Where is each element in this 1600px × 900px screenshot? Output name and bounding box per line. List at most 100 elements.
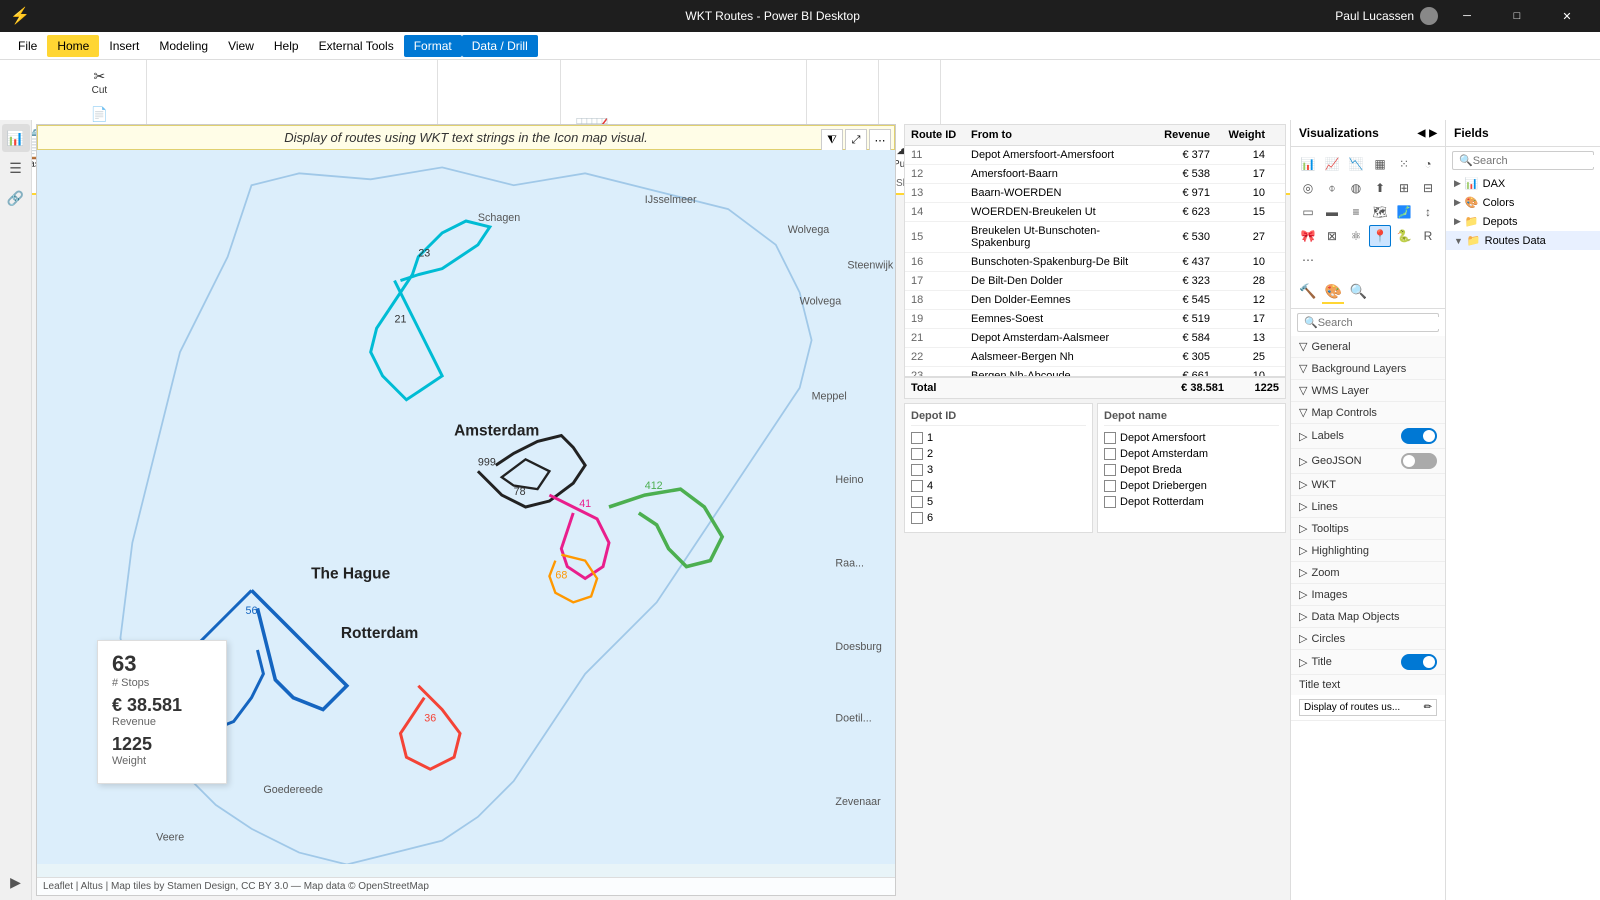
viz-matrix[interactable]: ⊟ [1417, 177, 1439, 199]
depot-name-checkbox[interactable] [1104, 480, 1116, 492]
title-text-header[interactable]: Title text [1291, 675, 1445, 695]
sidebar-model-icon[interactable]: 🔗 [2, 184, 30, 212]
viz-map[interactable]: 🗺 [1369, 201, 1391, 223]
depot-id-checkbox[interactable] [911, 496, 923, 508]
depot-id-item[interactable]: 2 [911, 446, 1086, 462]
general-header[interactable]: ▽ General [1291, 336, 1445, 357]
depot-name-item[interactable]: Depot Amersfoort [1104, 430, 1279, 446]
depot-id-item[interactable]: 6 [911, 510, 1086, 526]
viz-scatter[interactable]: ⁙ [1393, 153, 1415, 175]
title-text-field[interactable]: Display of routes us... ✏ [1299, 699, 1437, 716]
build-tab[interactable]: 🔨 [1297, 281, 1318, 304]
wkt-header[interactable]: ▷ WKT [1291, 474, 1445, 495]
viz-kpi[interactable]: ⬆ [1369, 177, 1391, 199]
menu-view[interactable]: View [218, 35, 264, 57]
depot-id-item[interactable]: 3 [911, 462, 1086, 478]
viz-funnel[interactable]: ⌽ [1321, 177, 1343, 199]
depot-id-item[interactable]: 5 [911, 494, 1086, 510]
viz-r[interactable]: R [1417, 225, 1439, 247]
depot-name-item[interactable]: Depot Driebergen [1104, 478, 1279, 494]
table-row[interactable]: 11 Depot Amersfoort-Amersfoort € 377 14 [905, 146, 1285, 165]
depot-id-checkbox[interactable] [911, 448, 923, 460]
window-controls[interactable]: ─ □ ✕ [1444, 0, 1590, 32]
depot-id-checkbox[interactable] [911, 480, 923, 492]
depot-name-item[interactable]: Depot Amsterdam [1104, 446, 1279, 462]
menu-insert[interactable]: Insert [99, 35, 149, 57]
viz-icon-map[interactable]: 📍 [1369, 225, 1391, 247]
menu-data-drill[interactable]: Data / Drill [462, 35, 538, 57]
title-toggle[interactable] [1401, 654, 1437, 670]
sidebar-data-icon[interactable]: ☰ [2, 154, 30, 182]
table-row[interactable]: 21 Depot Amsterdam-Aalsmeer € 584 13 [905, 329, 1285, 348]
viz-treemap[interactable]: ⊠ [1321, 225, 1343, 247]
viz-waterfall[interactable]: ↕ [1417, 201, 1439, 223]
viz-more[interactable]: ⋯ [1297, 249, 1319, 271]
table-row[interactable]: 17 De Bilt-Den Dolder € 323 28 [905, 272, 1285, 291]
viz-area-chart[interactable]: 📉 [1345, 153, 1367, 175]
menu-external-tools[interactable]: External Tools [309, 35, 404, 57]
data-map-header[interactable]: ▷ Data Map Objects [1291, 606, 1445, 627]
fields-item-colors[interactable]: ▶ 🎨 Colors [1446, 193, 1600, 212]
more-button[interactable]: ⋯ [869, 129, 891, 151]
viz-gauge[interactable]: ◍ [1345, 177, 1367, 199]
depot-id-checkbox[interactable] [911, 512, 923, 524]
depot-id-item[interactable]: 4 [911, 478, 1086, 494]
table-row[interactable]: 22 Aalsmeer-Bergen Nh € 305 25 [905, 348, 1285, 367]
viz-line-chart[interactable]: 📈 [1321, 153, 1343, 175]
table-row[interactable]: 16 Bunschoten-Spakenburg-De Bilt € 437 1… [905, 253, 1285, 272]
viz-donut[interactable]: ◎ [1297, 177, 1319, 199]
title-text-edit-icon[interactable]: ✏ [1424, 702, 1432, 713]
viz-stacked-bar[interactable]: ▦ [1369, 153, 1391, 175]
depot-id-checkbox[interactable] [911, 432, 923, 444]
geojson-header[interactable]: ▷ GeoJSON [1291, 449, 1445, 473]
labels-header[interactable]: ▷ Labels [1291, 424, 1445, 448]
map-controls-header[interactable]: ▽ Map Controls [1291, 402, 1445, 423]
viz-slicer[interactable]: ≡ [1345, 201, 1367, 223]
filter-button[interactable]: ⧨ [821, 129, 843, 151]
format-tab[interactable]: 🎨 [1322, 281, 1343, 304]
table-row[interactable]: 13 Baarn-WOERDEN € 971 10 [905, 184, 1285, 203]
title-header[interactable]: ▷ Title [1291, 650, 1445, 674]
images-header[interactable]: ▷ Images [1291, 584, 1445, 605]
viz-card[interactable]: ▭ [1297, 201, 1319, 223]
viz-panel-chevron-left[interactable]: ◀ [1418, 128, 1426, 139]
maximize-button[interactable]: □ [1494, 0, 1540, 32]
table-row[interactable]: 14 WOERDEN-Breukelen Ut € 623 15 [905, 203, 1285, 222]
menu-format[interactable]: Format [404, 35, 462, 57]
viz-pie[interactable]: ◔ [1417, 153, 1439, 175]
sidebar-report-icon[interactable]: 📊 [2, 124, 30, 152]
table-row[interactable]: 23 Bergen Nh-Abcoude € 661 10 [905, 367, 1285, 376]
fields-search-input[interactable] [1473, 155, 1600, 167]
depot-name-checkbox[interactable] [1104, 464, 1116, 476]
cut-button[interactable]: ✂ Cut [61, 64, 138, 100]
depot-name-item[interactable]: Depot Rotterdam [1104, 494, 1279, 510]
wms-header[interactable]: ▽ WMS Layer [1291, 380, 1445, 401]
background-header[interactable]: ▽ Background Layers [1291, 358, 1445, 379]
minimize-button[interactable]: ─ [1444, 0, 1490, 32]
depot-name-checkbox[interactable] [1104, 432, 1116, 444]
fields-item-dax[interactable]: ▶ 📊 DAX [1446, 174, 1600, 193]
labels-toggle[interactable] [1401, 428, 1437, 444]
depot-name-checkbox[interactable] [1104, 448, 1116, 460]
viz-decomp[interactable]: ⚛ [1345, 225, 1367, 247]
tooltips-header[interactable]: ▷ Tooltips [1291, 518, 1445, 539]
focus-button[interactable]: ⤢ [845, 129, 867, 151]
table-row[interactable]: 12 Amersfoort-Baarn € 538 17 [905, 165, 1285, 184]
menu-modeling[interactable]: Modeling [149, 35, 218, 57]
depot-id-item[interactable]: 1 [911, 430, 1086, 446]
sidebar-filter-icon[interactable]: ▶ [2, 868, 30, 896]
viz-panel-chevron-right[interactable]: ▶ [1429, 128, 1437, 139]
fields-item-routes[interactable]: ▼ 📁 Routes Data [1446, 231, 1600, 250]
menu-home[interactable]: Home [47, 35, 99, 57]
highlighting-header[interactable]: ▷ Highlighting [1291, 540, 1445, 561]
table-row[interactable]: 19 Eemnes-Soest € 519 17 [905, 310, 1285, 329]
depot-id-checkbox[interactable] [911, 464, 923, 476]
viz-ribbon[interactable]: 🎀 [1297, 225, 1319, 247]
viz-table[interactable]: ⊞ [1393, 177, 1415, 199]
geojson-toggle[interactable] [1401, 453, 1437, 469]
fields-item-depots[interactable]: ▶ 📁 Depots [1446, 212, 1600, 231]
close-button[interactable]: ✕ [1544, 0, 1590, 32]
viz-python[interactable]: 🐍 [1393, 225, 1415, 247]
menu-file[interactable]: File [8, 35, 47, 57]
depot-name-item[interactable]: Depot Breda [1104, 462, 1279, 478]
